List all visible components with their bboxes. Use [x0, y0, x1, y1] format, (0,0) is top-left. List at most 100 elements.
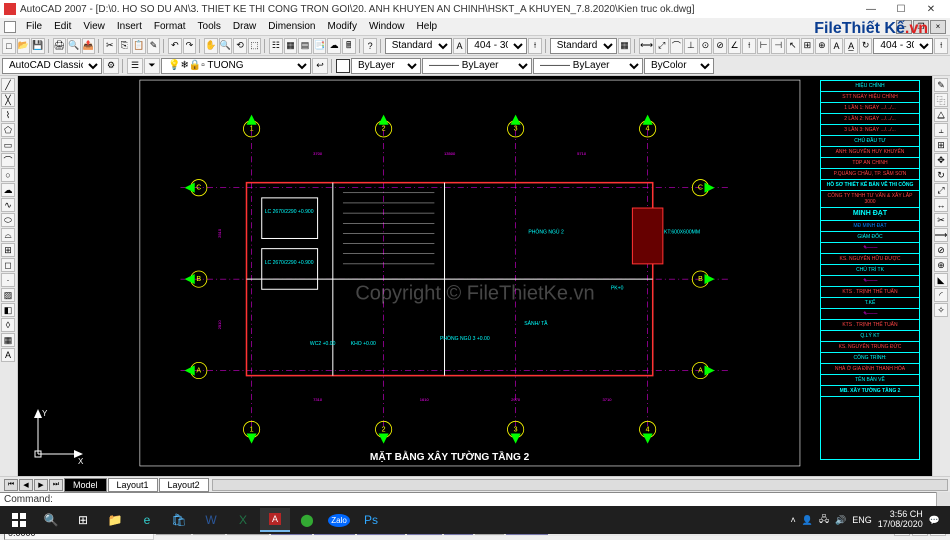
circle-icon[interactable]: ○	[1, 168, 15, 182]
dim-baseline-icon[interactable]: ⊢	[757, 38, 771, 54]
polygon-icon[interactable]: ⬠	[1, 123, 15, 137]
maximize-button[interactable]: ☐	[886, 0, 916, 18]
start-button[interactable]	[4, 508, 34, 532]
dim-arc-icon[interactable]: ⌒	[670, 38, 684, 54]
array-icon[interactable]: ⊞	[934, 138, 948, 152]
tray-lang[interactable]: ENG	[852, 515, 872, 525]
fillet-icon[interactable]: ◜	[934, 288, 948, 302]
zalo-icon[interactable]: Zalo	[324, 508, 354, 532]
stretch-icon[interactable]: ↔	[934, 198, 948, 212]
tablestyle-select[interactable]: Standard	[550, 38, 617, 54]
dimstyle-select[interactable]: 404 - 30	[467, 38, 527, 54]
layer-prev-icon[interactable]: ↩	[312, 58, 328, 74]
move-icon[interactable]: ✥	[934, 153, 948, 167]
chamfer-icon[interactable]: ◣	[934, 273, 948, 287]
dim-continue-icon[interactable]: ⊣	[771, 38, 785, 54]
sheet-set-icon[interactable]: 📑	[313, 38, 327, 54]
dimstyle-icon[interactable]: ⟊	[528, 38, 542, 54]
store-icon[interactable]: 🛍	[164, 508, 194, 532]
copy-icon[interactable]: ⎘	[118, 38, 132, 54]
mdi-minimize[interactable]: –	[896, 20, 912, 34]
layer-select[interactable]: 💡❄🔒▫ TUONG	[161, 58, 311, 74]
rectangle-icon[interactable]: ▭	[1, 138, 15, 152]
mtext-icon[interactable]: A	[1, 348, 15, 362]
close-button[interactable]: ✕	[916, 0, 946, 18]
point-icon[interactable]: ·	[1, 273, 15, 287]
tab-layout2[interactable]: Layout2	[159, 478, 209, 492]
tab-next-icon[interactable]: ▶	[34, 479, 48, 491]
hscrollbar[interactable]	[212, 479, 948, 491]
app2-icon[interactable]: ⬤	[292, 508, 322, 532]
zoom-icon[interactable]: 🔍	[219, 38, 233, 54]
dim-radius-icon[interactable]: ⊙	[699, 38, 713, 54]
menu-file[interactable]: File	[20, 19, 48, 34]
arc-icon[interactable]: ⌒	[1, 153, 15, 167]
zoom-window-icon[interactable]: ⬚	[248, 38, 262, 54]
publish-icon[interactable]: 📤	[82, 38, 96, 54]
hatch-icon[interactable]: ▨	[1, 288, 15, 302]
linetype-select[interactable]: ——— ByLayer	[422, 58, 532, 74]
help-icon[interactable]: ?	[363, 38, 377, 54]
tray-network-icon[interactable]: 🖧	[819, 512, 829, 528]
explode-icon[interactable]: ✧	[934, 303, 948, 317]
paste-icon[interactable]: 📋	[132, 38, 146, 54]
save-icon[interactable]: 💾	[31, 38, 45, 54]
region-icon[interactable]: ◊	[1, 318, 15, 332]
properties-icon[interactable]: ☷	[269, 38, 283, 54]
workspace-select[interactable]: AutoCAD Classic	[2, 58, 102, 74]
taskview-icon[interactable]: ⊞	[68, 508, 98, 532]
scale-icon[interactable]: ⤢	[934, 183, 948, 197]
break-icon[interactable]: ⊘	[934, 243, 948, 257]
spline-icon[interactable]: ∿	[1, 198, 15, 212]
dim-tolerance-icon[interactable]: ⊞	[801, 38, 815, 54]
dim-tedit-icon[interactable]: A̲	[844, 38, 858, 54]
table-icon[interactable]: ▦	[1, 333, 15, 347]
minimize-button[interactable]: —	[856, 0, 886, 18]
join-icon[interactable]: ⊕	[934, 258, 948, 272]
mdi-close[interactable]: ×	[930, 20, 946, 34]
menu-insert[interactable]: Insert	[111, 19, 148, 34]
zoom-prev-icon[interactable]: ⟲	[233, 38, 247, 54]
search-icon[interactable]: 🔍	[36, 508, 66, 532]
workspace-settings-icon[interactable]: ⚙	[103, 58, 119, 74]
edge-icon[interactable]: e	[132, 508, 162, 532]
dimstyle2-select[interactable]: 404 - 30	[873, 38, 933, 54]
dim-leader-icon[interactable]: ↖	[786, 38, 800, 54]
textstyle-select[interactable]: Standard	[385, 38, 452, 54]
rotate-icon[interactable]: ↻	[934, 168, 948, 182]
redo-icon[interactable]: ↷	[183, 38, 197, 54]
menu-help[interactable]: Help	[411, 19, 444, 34]
tab-prev-icon[interactable]: ◀	[19, 479, 33, 491]
dim-angular-icon[interactable]: ∠	[728, 38, 742, 54]
dim-linear-icon[interactable]: ⟷	[639, 38, 654, 54]
block-icon[interactable]: ◻	[1, 258, 15, 272]
dim-edit-icon[interactable]: A	[830, 38, 844, 54]
xline-icon[interactable]: ╳	[1, 93, 15, 107]
design-center-icon[interactable]: ▦	[284, 38, 298, 54]
tab-layout1[interactable]: Layout1	[108, 478, 158, 492]
preview-icon[interactable]: 🔍	[67, 38, 81, 54]
undo-icon[interactable]: ↶	[168, 38, 182, 54]
layer-filter-icon[interactable]: ⏷	[144, 58, 160, 74]
dimstyle-manager-icon[interactable]: ⟊	[934, 38, 948, 54]
dim-update-icon[interactable]: ↻	[859, 38, 873, 54]
copy2-icon[interactable]: ⿻	[934, 93, 948, 107]
dim-center-icon[interactable]: ⊕	[815, 38, 829, 54]
extend-icon[interactable]: ⟶	[934, 228, 948, 242]
tab-model[interactable]: Model	[64, 478, 107, 492]
pan-icon[interactable]: ✋	[204, 38, 218, 54]
tablestyle-icon[interactable]: ▦	[618, 38, 632, 54]
match-icon[interactable]: ✎	[147, 38, 161, 54]
explorer-icon[interactable]: 📁	[100, 508, 130, 532]
ellipse-arc-icon[interactable]: ⌓	[1, 228, 15, 242]
plot-icon[interactable]: 🖨	[53, 38, 67, 54]
mdi-restore[interactable]: ❐	[913, 20, 929, 34]
menu-dimension[interactable]: Dimension	[262, 19, 321, 34]
open-icon[interactable]: 📂	[17, 38, 31, 54]
pline-icon[interactable]: ⌇	[1, 108, 15, 122]
ellipse-icon[interactable]: ⬭	[1, 213, 15, 227]
drawing-canvas[interactable]: 1 2 3 4 1 2 3 4 A B C A B C	[18, 76, 932, 476]
markup-icon[interactable]: ☁	[327, 38, 341, 54]
menu-edit[interactable]: Edit	[48, 19, 77, 34]
tray-notifications-icon[interactable]: 💬	[929, 515, 940, 526]
